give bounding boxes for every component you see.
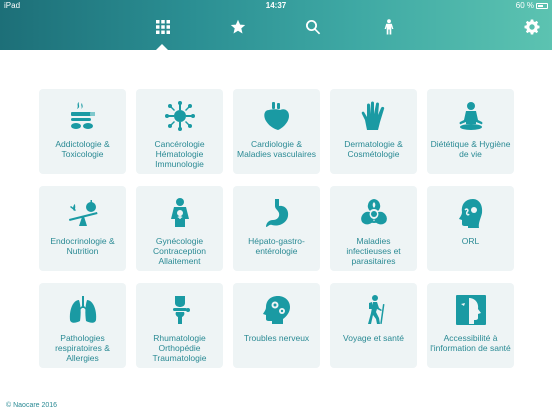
category-tile-dermatologie[interactable]: Dermatologie & Cosmétologie	[330, 89, 417, 174]
gear-icon	[524, 19, 540, 35]
nav-grid-button[interactable]	[154, 18, 172, 36]
category-label: Dermatologie & Cosmétologie	[344, 139, 403, 159]
heart-icon	[263, 102, 289, 130]
category-tile-voyage-sante[interactable]: Voyage et santé	[330, 283, 417, 368]
category-label: ORL	[461, 236, 480, 246]
battery-percent: 60 %	[515, 1, 534, 10]
active-tab-indicator	[156, 44, 168, 50]
star-icon	[230, 19, 246, 34]
category-label: Hépato-gastro-entérologie	[248, 236, 305, 256]
body-icon	[384, 19, 394, 35]
hiker-icon	[367, 295, 384, 325]
copyright-footer: © Naocare 2016	[6, 402, 58, 409]
category-tile-gynecologie[interactable]: Gynécologie Contraception Allaitement	[136, 186, 223, 271]
category-label: Cancérologie Hématologie Immunologie	[154, 139, 205, 169]
category-grid: Addictologie & Toxicologie Cancérologie …	[39, 89, 514, 368]
category-label: Troubles nerveux	[243, 333, 310, 343]
lungs-icon	[69, 296, 96, 323]
category-label: Diététique & Hygiène de vie	[430, 139, 511, 159]
biohazard-icon	[360, 199, 387, 225]
category-label: Voyage et santé	[343, 333, 404, 343]
meditation-icon	[459, 102, 482, 130]
search-icon	[306, 20, 321, 35]
status-bar: iPad 14:37 60 %	[0, 0, 552, 12]
virus-cell-icon	[164, 101, 195, 131]
category-tile-pathologies-respiratoires[interactable]: Pathologies respiratoires & Allergies	[39, 283, 126, 368]
category-label: Maladies infectieuses et parasitaires	[346, 236, 401, 266]
category-tile-accessibilite[interactable]: Accessibilité à l'information de santé	[427, 283, 514, 368]
status-time: 14:37	[265, 1, 287, 10]
category-tile-endocrinologie[interactable]: Endocrinologie & Nutrition	[39, 186, 126, 271]
stomach-icon	[265, 199, 288, 227]
face-profile-icon	[455, 295, 486, 325]
category-tile-dietetique[interactable]: Diététique & Hygiène de vie	[427, 89, 514, 174]
category-tile-cancerologie[interactable]: Cancérologie Hématologie Immunologie	[136, 89, 223, 174]
category-label: Cardiologie & Maladies vasculaires	[237, 139, 316, 159]
category-label: Pathologies respiratoires & Allergies	[55, 333, 110, 363]
category-tile-troubles-nerveux[interactable]: Troubles nerveux	[233, 283, 320, 368]
settings-button[interactable]	[523, 18, 541, 36]
category-label: Endocrinologie & Nutrition	[50, 236, 115, 256]
nav-body-button[interactable]	[380, 18, 398, 36]
category-label: Addictologie & Toxicologie	[55, 139, 110, 159]
addiction-icon	[70, 102, 95, 129]
hand-skin-icon	[361, 101, 384, 130]
category-label: Gynécologie Contraception Allaitement	[153, 236, 206, 266]
battery-icon	[536, 3, 548, 9]
category-label: Rhumatologie Orthopédie Traumatologie	[152, 333, 207, 363]
category-tile-rhumatologie[interactable]: Rhumatologie Orthopédie Traumatologie	[136, 283, 223, 368]
category-tile-cardiologie[interactable]: Cardiologie & Maladies vasculaires	[233, 89, 320, 174]
bone-joint-icon	[172, 296, 190, 324]
top-navigation-bar: iPad 14:37 60 %	[0, 0, 552, 50]
category-tile-hepato-gastro[interactable]: Hépato-gastro-entérologie	[233, 186, 320, 271]
category-tile-orl[interactable]: ORL	[427, 186, 514, 271]
brain-gears-icon	[262, 296, 290, 324]
category-label: Accessibilité à l'information de santé	[430, 333, 511, 353]
woman-icon	[170, 198, 189, 227]
head-ent-icon	[458, 199, 482, 228]
scale-apple-icon	[68, 200, 97, 226]
category-tile-addictologie[interactable]: Addictologie & Toxicologie	[39, 89, 126, 174]
grid-icon	[156, 20, 170, 34]
nav-favorites-button[interactable]	[229, 18, 247, 36]
category-tile-maladies-infectieuses[interactable]: Maladies infectieuses et parasitaires	[330, 186, 417, 271]
nav-search-button[interactable]	[304, 18, 322, 36]
